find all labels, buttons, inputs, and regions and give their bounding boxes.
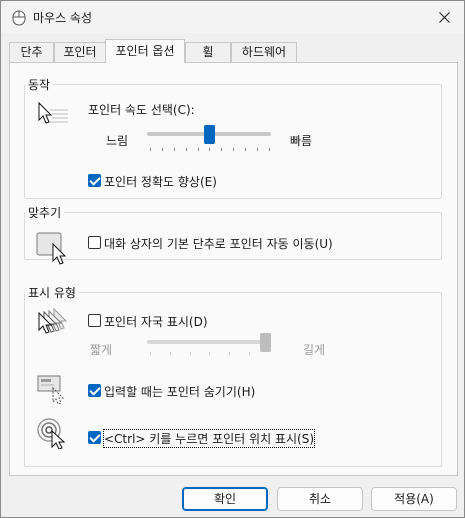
tab-pointers[interactable]: 포인터	[54, 42, 106, 62]
speed-tick	[174, 148, 175, 151]
speed-tick	[221, 148, 222, 151]
visibility-group-label: 표시 유형	[28, 286, 76, 300]
mouse-properties-window: 마우스 속성 단추 포인터 포인터 옵션 휠 하드웨어 동작 포인터 속도 선택…	[0, 0, 465, 518]
tab-wheel[interactable]: 휠	[185, 42, 231, 62]
motion-group: 동작	[24, 76, 442, 199]
slow-label: 느림	[106, 134, 129, 148]
show-location-checkbox[interactable]	[88, 431, 101, 444]
speed-tick	[269, 148, 270, 151]
trail-tick	[229, 352, 230, 355]
ok-button[interactable]: 확인	[182, 487, 268, 511]
tab-buttons[interactable]: 단추	[9, 42, 54, 62]
tab-hardware[interactable]: 하드웨어	[231, 42, 297, 62]
tab-label: 포인터 옵션	[115, 44, 175, 58]
pointer-trails-icon	[38, 307, 68, 334]
speed-tick	[209, 148, 210, 151]
snap-to-icon	[36, 232, 67, 265]
apply-button-label: 적용(A)	[394, 492, 434, 506]
snap-to-label[interactable]: 대화 상자의 기본 단추로 포인터 자동 이동(U)	[104, 235, 333, 252]
cancel-button-label: 취소	[308, 492, 332, 506]
hide-while-typing-label[interactable]: 입력할 때는 포인터 숨기기(H)	[104, 383, 255, 400]
trail-slider-thumb[interactable]	[260, 333, 271, 352]
pointer-trails-checkbox[interactable]	[88, 314, 101, 327]
tab-pointer-options[interactable]: 포인터 옵션	[105, 39, 185, 63]
tab-label: 하드웨어	[241, 45, 287, 59]
pointer-trails-label[interactable]: 포인터 자국 표시(D)	[104, 313, 208, 330]
speed-slider-thumb[interactable]	[204, 125, 215, 144]
speed-tick	[186, 148, 187, 151]
speed-tick	[245, 148, 246, 151]
tab-label: 단추	[20, 45, 43, 59]
long-label: 길게	[303, 343, 326, 357]
close-button[interactable]	[424, 1, 464, 33]
precision-checkbox[interactable]	[88, 174, 101, 187]
apply-button[interactable]: 적용(A)	[371, 487, 457, 511]
tab-label: 포인터	[63, 45, 97, 59]
show-location-icon	[37, 418, 66, 449]
tab-label: 휠	[202, 45, 214, 59]
ok-button-label: 확인	[213, 492, 237, 506]
show-location-label[interactable]: <Ctrl> 키를 누르면 포인터 위치 표시(S)	[103, 429, 315, 448]
snap-to-checkbox[interactable]	[88, 236, 101, 249]
pointer-speed-icon	[38, 101, 68, 124]
cancel-button[interactable]: 취소	[277, 487, 363, 511]
speed-tick	[233, 148, 234, 151]
pointer-speed-label: 포인터 속도 선택(C):	[88, 103, 195, 117]
speed-tick	[150, 148, 151, 151]
trail-tick	[150, 352, 151, 355]
speed-tick	[198, 148, 199, 151]
speed-tick	[257, 148, 258, 151]
snap-to-group-label: 맞추기	[28, 206, 62, 220]
trail-tick	[190, 352, 191, 355]
trail-tick	[170, 352, 171, 355]
trail-slider-track	[147, 340, 271, 344]
fast-label: 빠름	[290, 134, 313, 148]
precision-label[interactable]: 포인터 정확도 향상(E)	[104, 173, 217, 190]
short-label: 짧게	[90, 343, 113, 357]
window-title: 마우스 속성	[33, 11, 93, 25]
hide-while-typing-icon	[37, 375, 65, 404]
hide-while-typing-checkbox[interactable]	[88, 384, 101, 397]
motion-group-label: 동작	[28, 78, 51, 92]
pointer-options-panel: 동작 포인터 속도 선택(C): 느림 빠름 포인터 정확도 향상(E) 맞추기…	[9, 62, 458, 476]
trail-tick	[249, 352, 250, 355]
speed-tick	[162, 148, 163, 151]
mouse-icon	[12, 10, 26, 26]
title-bar: 마우스 속성	[1, 1, 464, 33]
close-icon	[438, 11, 450, 23]
trail-tick	[209, 352, 210, 355]
